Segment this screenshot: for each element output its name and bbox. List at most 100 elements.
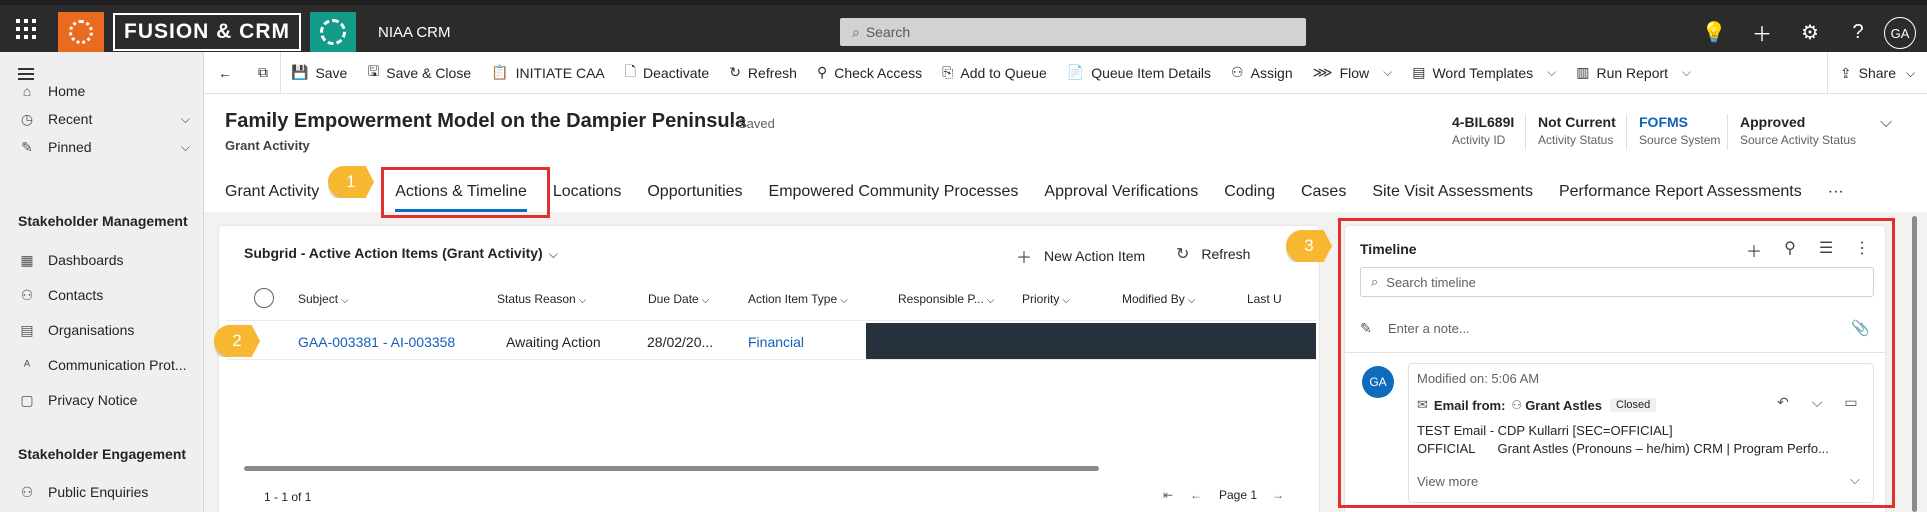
vertical-scrollbar[interactable] [1912,216,1917,512]
deactivate-button[interactable]: 🗋 Deactivate [615,52,719,94]
more-tabs-button[interactable]: ··· [1828,172,1844,212]
column-label: Due Date [648,292,699,306]
clock-icon: ◷ [20,110,34,127]
flow-button[interactable]: ⋙ Flow ⌵ [1303,52,1403,94]
chevron-down-icon: ⌵ [1547,65,1557,79]
word-templates-button[interactable]: ▤ Word Templates ⌵ [1402,52,1566,94]
tab-grant-activity[interactable]: Grant Activity [225,172,319,212]
cell-status-reason: Awaiting Action [506,334,601,350]
initiate-caa-label: INITIATE CAA [515,64,605,81]
initiate-caa-button[interactable]: 📋 INITIATE CAA [481,52,615,94]
header-field-label: Source Activity Status [1740,133,1857,147]
column-label: Priority [1022,292,1060,306]
nav-item-pinned[interactable]: ✎ Pinned ⌵ [0,131,204,163]
cell-action-item-type-link[interactable]: Financial [748,334,804,350]
gear-icon[interactable]: ⚙ [1786,17,1834,47]
column-due-date[interactable]: Due Date ⌵ [648,292,709,306]
tab-site-visit-assessments[interactable]: Site Visit Assessments [1372,172,1533,212]
nav-item-dashboards[interactable]: ▦ Dashboards [0,244,204,276]
assign-label: Assign [1250,64,1293,81]
help-icon[interactable]: ? [1834,17,1882,47]
tab-empowered-community-processes[interactable]: Empowered Community Processes [769,172,1019,212]
nav-item-organisations[interactable]: ▤ Organisations [0,314,204,346]
search-icon: ⌕ [852,23,860,40]
header-field-value[interactable]: FOFMS [1639,114,1720,130]
queue-icon: ⎘ [942,64,954,80]
run-report-label: Run Report [1596,64,1669,81]
add-to-queue-button[interactable]: ⎘ Add to Queue [932,52,1057,94]
flow-label: Flow [1339,64,1370,81]
save-status: - Saved [730,116,775,131]
arrow-left-icon: ← [218,64,232,81]
chevron-down-icon: ⌵ [986,295,995,306]
dashboard-icon: ▦ [20,251,34,268]
subgrid-title[interactable]: Subgrid - Active Action Items (Grant Act… [244,245,558,262]
queue-item-details-button[interactable]: 📄 Queue Item Details [1057,52,1221,94]
cell-due-date: 28/02/20... [647,334,714,350]
chevron-down-icon: ⌵ [180,111,190,126]
plus-icon[interactable]: ＋ [1738,17,1786,47]
nav-item-contacts[interactable]: ⚇ Contacts [0,279,204,311]
check-access-button[interactable]: ⚲ Check Access [807,52,932,94]
app-launcher-icon[interactable] [16,19,36,39]
refresh-label: Refresh [747,64,797,81]
divider [1626,114,1627,150]
horizontal-scrollbar[interactable] [244,466,1099,471]
annotation-marker-1: 1 [328,166,374,198]
column-subject[interactable]: Subject ⌵ [298,292,349,306]
chevron-down-icon: ⌵ [548,247,558,261]
tab-locations[interactable]: Locations [553,172,622,212]
nav-item-label: Recent [48,111,93,127]
tab-coding[interactable]: Coding [1224,172,1275,212]
previous-page-icon[interactable]: ← [1190,488,1202,502]
global-search-input[interactable]: ⌕ Search [840,18,1306,46]
column-last-updated[interactable]: Last U [1247,292,1282,306]
new-action-item-button[interactable]: ＋ New Action Item [1016,244,1145,268]
nav-item-privacy-notice[interactable]: ▢ Privacy Notice [0,384,204,416]
command-bar: ← ⧉ 💾 Save 🖫 Save & Close 📋 INITIATE CAA 🗋 D… [204,51,1927,94]
column-responsible-person[interactable]: Responsible P... ⌵ [898,292,994,306]
nav-item-label: Pinned [48,139,92,155]
run-report-button[interactable]: ▥ Run Report ⌵ [1566,52,1701,94]
user-avatar[interactable]: GA [1884,17,1916,49]
tab-opportunities[interactable]: Opportunities [647,172,742,212]
refresh-button[interactable]: ↻ Refresh [719,52,807,94]
header-field-label: Activity ID [1452,133,1506,147]
nav-item-public-enquiries[interactable]: ⚇ Public Enquiries [0,476,204,508]
tab-performance-report-assessments[interactable]: Performance Report Assessments [1559,172,1802,212]
header-field-value: Not Current [1538,114,1616,130]
column-status-reason[interactable]: Status Reason ⌵ [497,292,586,306]
save-close-button[interactable]: 🖫 Save & Close [357,52,481,94]
deactivate-label: Deactivate [643,64,710,81]
tab-approval-verifications[interactable]: Approval Verifications [1044,172,1198,212]
column-action-item-type[interactable]: Action Item Type ⌵ [748,292,848,306]
tab-cases[interactable]: Cases [1301,172,1346,212]
app-name[interactable]: NIAA CRM [378,24,451,41]
cell-subject-link[interactable]: GAA-003381 - AI-003358 [298,334,455,350]
back-button[interactable]: ← [204,52,246,94]
refresh-icon: ↻ [729,64,741,80]
clipboard-icon: 📋 [491,64,509,80]
pin-icon: ✎ [21,138,33,155]
share-button[interactable]: ⇪ Share ⌵ [1827,52,1927,94]
lightbulb-icon[interactable]: 💡 [1690,17,1738,47]
first-page-icon[interactable]: ⇤ [1163,488,1173,502]
word-template-icon: ▤ [1412,64,1426,80]
column-label: Subject [298,292,339,306]
record-title: Family Empowerment Model on the Dampier … [225,110,747,132]
nav-item-communication-protocols[interactable]: ᴬ Communication Prot... [0,349,204,381]
column-priority[interactable]: Priority ⌵ [1022,292,1070,306]
header-field-source-system[interactable]: FOFMS Source System [1639,114,1720,147]
column-modified-by[interactable]: Modified By ⌵ [1122,292,1195,306]
popout-button[interactable]: ⧉ [246,52,280,94]
chevron-down-icon: ⌵ [1383,65,1393,79]
report-icon: ▥ [1576,64,1590,80]
chevron-down-icon: ⌵ [840,295,848,306]
subgrid-refresh-button[interactable]: ↻ Refresh [1176,244,1250,264]
save-button[interactable]: 💾 Save [281,52,357,94]
subgrid-refresh-label: Refresh [1201,246,1251,262]
assign-button[interactable]: ⚇ Assign [1221,52,1303,94]
person-icon: ⚇ [1231,64,1244,80]
chevron-down-icon[interactable]: ⌵ [1880,114,1892,132]
next-page-icon[interactable]: → [1272,488,1284,502]
